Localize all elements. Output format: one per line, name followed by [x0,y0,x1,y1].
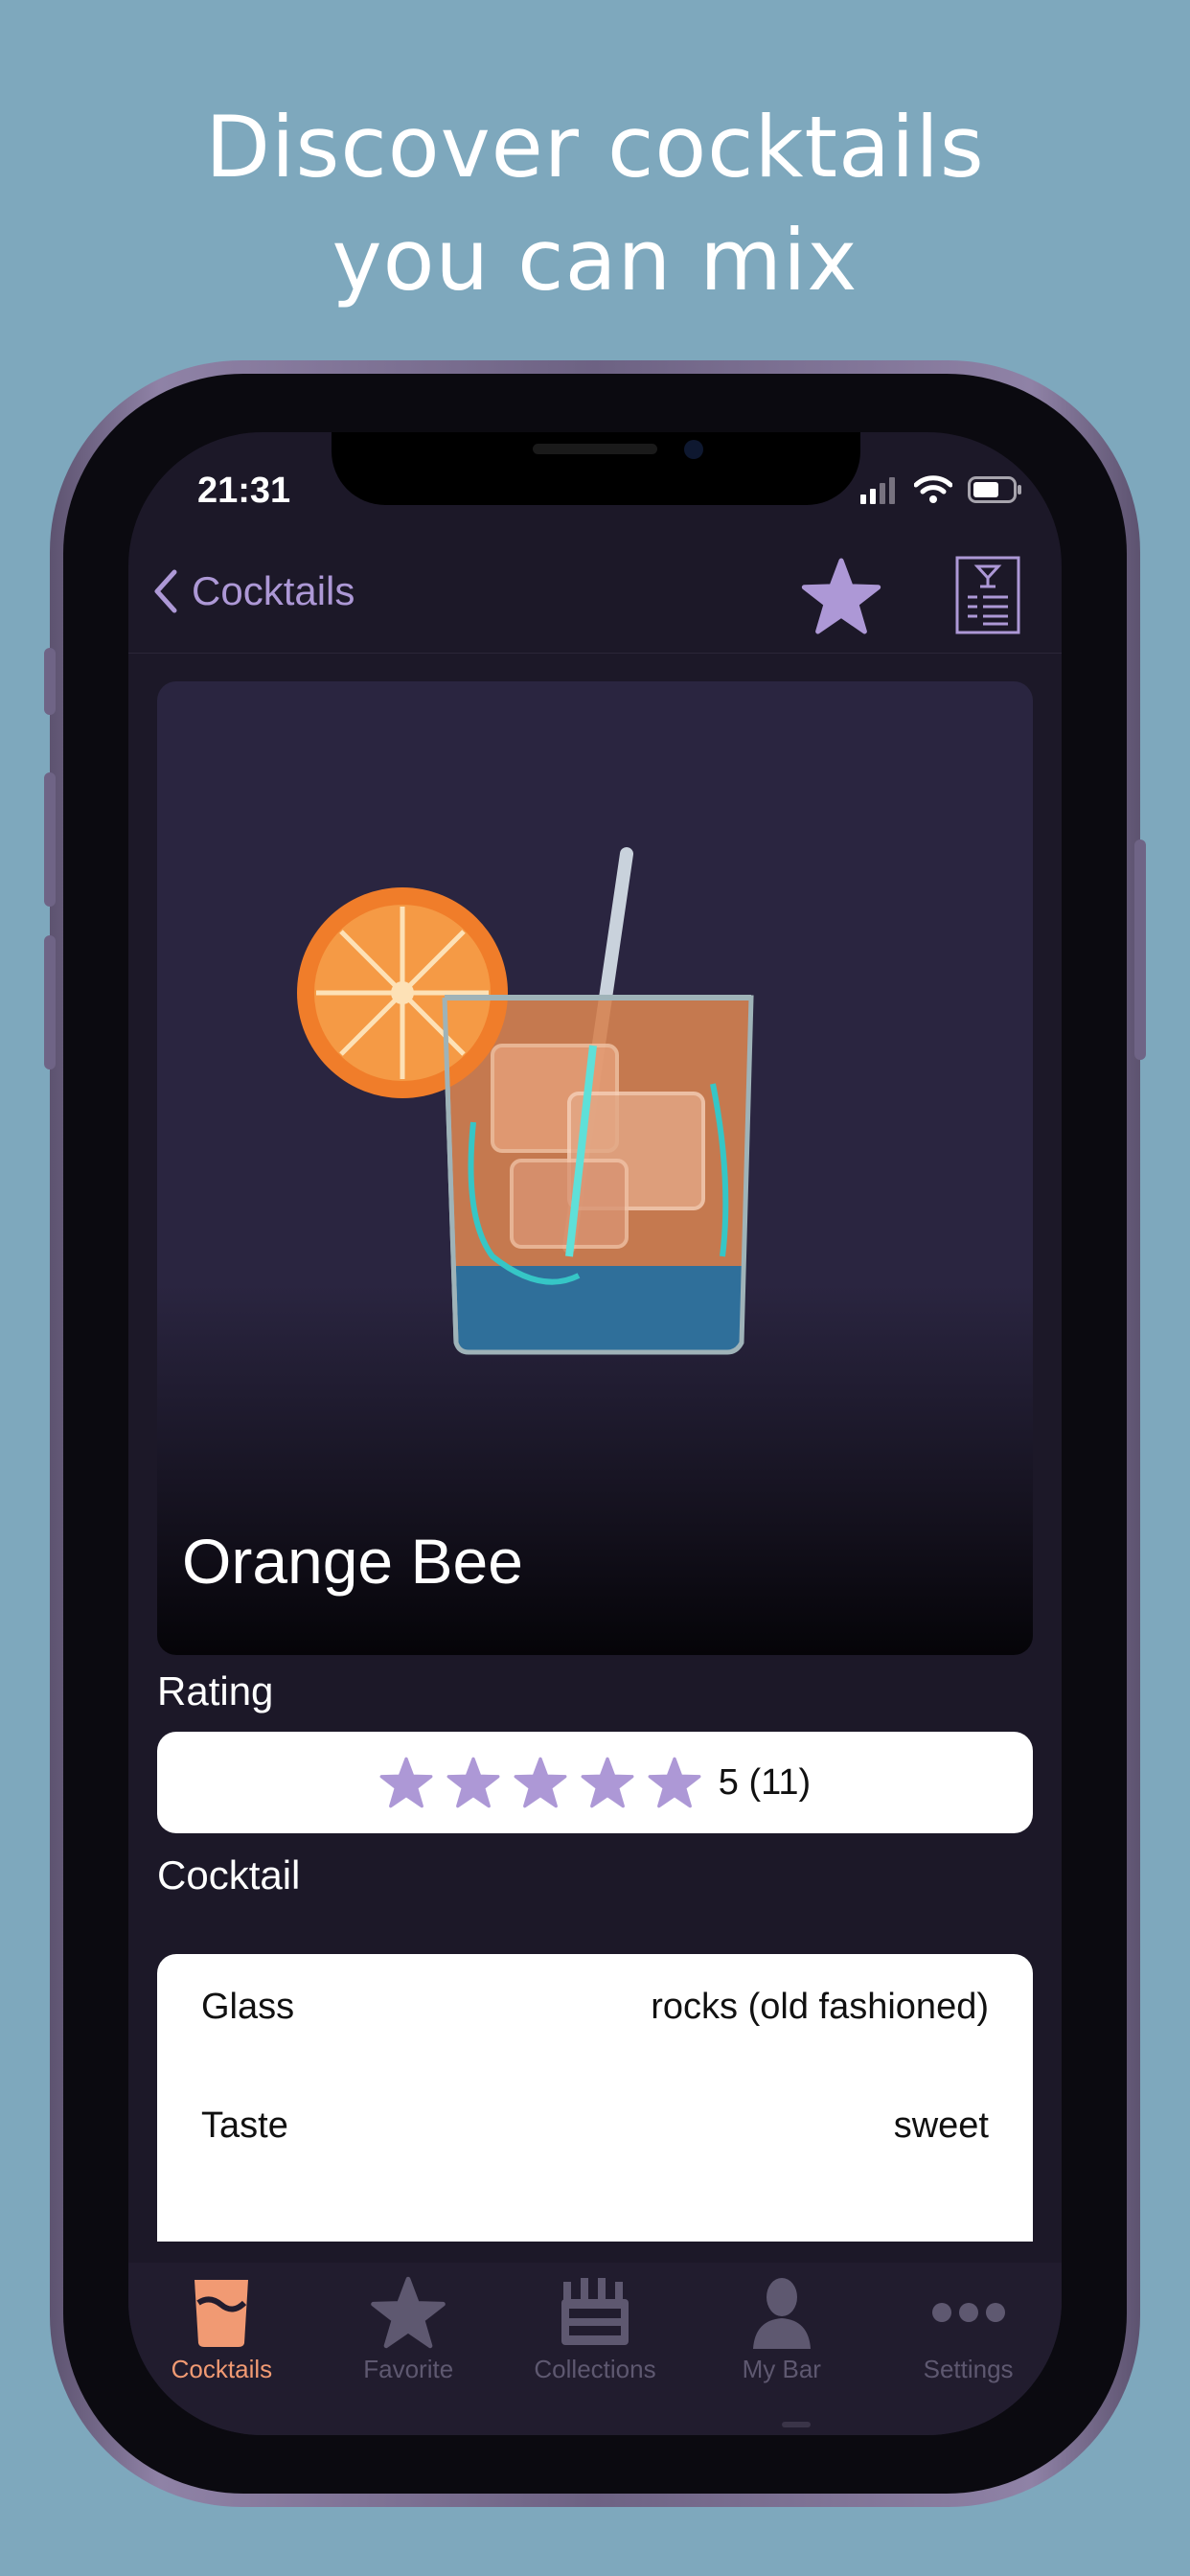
detail-value: sweet [893,2105,989,2146]
headline-line-2: you can mix [332,211,858,310]
promo-headline: Discover cocktails you can mix [0,91,1190,317]
rating-star-icon-5[interactable] [648,1757,701,1808]
cocktail-illustration [297,847,754,1355]
tab-settings[interactable]: Settings [875,2263,1062,2435]
status-icons [860,471,1023,509]
headline-line-1: Discover cocktails [205,98,985,196]
person-icon [752,2278,811,2349]
tab-my-bar[interactable]: My Bar [688,2263,875,2435]
rating-value: 5 (11) [718,1761,812,1803]
phone-frame: 21:31 Cocktails Orange Bee Rating 5 (11)… [44,360,1146,2507]
phone-silent-switch [44,648,56,715]
favorite-star-button[interactable] [801,557,881,635]
navigation-bar: Cocktails [128,538,1062,654]
status-time: 21:31 [197,471,291,511]
cellular-signal-icon [860,477,895,504]
back-button-label: Cocktails [192,568,355,613]
battery-icon [968,476,1021,503]
rating-card[interactable]: 5 (11) [157,1732,1033,1833]
tab-label: Settings [923,2355,1014,2383]
phone-volume-up [44,772,56,907]
speaker-grille [533,444,657,454]
cocktail-details-card: Glass rocks (old fashioned) Taste sweet [157,1954,1033,2242]
cocktails-glass-icon [195,2280,249,2347]
back-button[interactable]: Cocktails [151,568,355,614]
tab-label: Cocktails [171,2355,273,2383]
rating-star-icon-2[interactable] [446,1757,500,1808]
notch [332,432,860,505]
rating-star-icon-3[interactable] [514,1757,567,1808]
phone-volume-down [44,935,56,1070]
tab-label: My Bar [742,2355,821,2383]
recipe-card-button[interactable] [954,555,1021,635]
tab-label: Collections [534,2355,656,2383]
detail-label: Taste [201,2105,288,2146]
collections-crate-icon [561,2278,629,2345]
tab-cocktails[interactable]: Cocktails [128,2263,315,2435]
wifi-icon [914,475,952,503]
detail-value: rocks (old fashioned) [651,1987,989,2027]
tab-collections[interactable]: Collections [502,2263,689,2435]
front-camera [684,440,703,459]
detail-row-taste: Taste sweet [201,2105,989,2153]
app-screen: 21:31 Cocktails Orange Bee Rating 5 (11)… [128,432,1062,2435]
cocktail-section-label: Cocktail [157,1852,301,1898]
tab-label: Favorite [363,2355,454,2383]
rating-stars[interactable] [379,1757,701,1808]
chevron-left-icon [154,569,177,613]
phone-power-button [1134,840,1146,1060]
rating-star-icon-4[interactable] [581,1757,634,1808]
rating-section-label: Rating [157,1668,274,1714]
rating-star-icon-1[interactable] [379,1757,433,1808]
star-icon [371,2276,446,2349]
detail-label: Glass [201,1987,295,2027]
more-dots-icon [931,2303,1005,2322]
detail-row-glass: Glass rocks (old fashioned) [201,1987,989,2035]
tab-bar: Cocktails Favorite Collections My Bar Se… [128,2263,1062,2435]
cocktail-name: Orange Bee [182,1526,523,1597]
cocktail-hero-card: Orange Bee [157,681,1033,1655]
tab-indicator [782,2422,811,2427]
tab-favorite[interactable]: Favorite [315,2263,502,2435]
